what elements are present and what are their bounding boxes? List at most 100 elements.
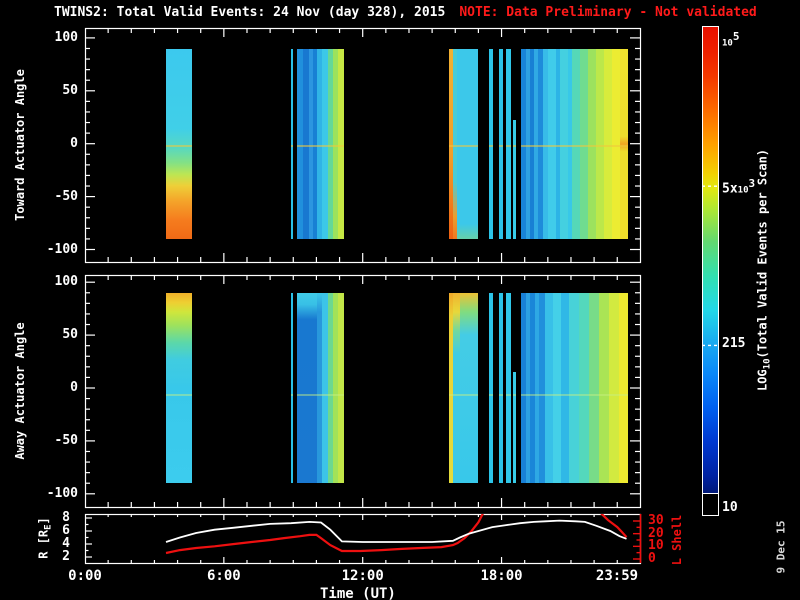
heatmap-strip [608, 292, 619, 484]
angle-zero-highlight [545, 394, 554, 397]
colorbar-tick-label: 5x103 [722, 177, 756, 197]
plot-canvas: TWINS2: Total Valid Events: 24 Nov (day … [0, 0, 800, 600]
axis-tick-label: 100 [54, 274, 78, 290]
heatmap-strip [290, 292, 294, 484]
heatmap-strip [618, 292, 629, 484]
x-axis-tick-label: 6:00 [206, 568, 241, 584]
angle-zero-highlight [598, 394, 609, 397]
colorbar-tick-label: 215 [722, 336, 746, 352]
heatmap-strip [569, 292, 580, 484]
angle-zero-highlight [452, 394, 460, 397]
heatmap-strip [337, 292, 344, 484]
angle-zero-highlight [489, 394, 493, 397]
orbit-line-panel [85, 514, 640, 563]
heatmap-strip [165, 292, 192, 484]
heatmap-strip [561, 292, 570, 484]
axis-tick-label: -100 [46, 241, 78, 257]
axis-tick-label: -50 [54, 432, 78, 448]
axis-tick-label: -100 [46, 485, 78, 501]
x-axis-tick-label: 18:00 [480, 568, 523, 584]
angle-zero-highlight [498, 394, 503, 397]
angle-zero-highlight [595, 144, 605, 147]
angle-zero-highlight [579, 144, 589, 147]
heatmap-strip [498, 48, 503, 239]
angle-zero-highlight [459, 394, 478, 397]
angle-zero-highlight [618, 394, 629, 397]
plot-title-main: TWINS2: Total Valid Events: 24 Nov (day … [54, 5, 446, 20]
date-stamp: 9 Dec 15 [774, 520, 788, 574]
heatmap-strip [457, 48, 478, 239]
heatmap-strip [560, 48, 568, 239]
axis-tick-label: 0 [70, 380, 78, 395]
axis-tick-label: 0 [70, 135, 78, 151]
angle-zero-highlight [561, 394, 570, 397]
colorbar-bottom-box [703, 493, 718, 515]
heatmap-strip [498, 292, 503, 484]
colorbar-tick-label: 10 [722, 499, 738, 515]
angle-zero-highlight [579, 394, 589, 397]
angle-zero-highlight [498, 144, 503, 147]
x-axis-tick-label: 23:59 [595, 568, 639, 584]
heatmap-strip [548, 48, 557, 239]
colorbar [702, 26, 719, 516]
angle-zero-highlight [457, 144, 478, 147]
angle-zero-highlight [505, 144, 512, 147]
heatmap-strip [489, 292, 493, 484]
heatmap-strip [572, 48, 580, 239]
x-axis-title: Time (UT) [320, 586, 396, 600]
axis-tick-label: -50 [54, 188, 78, 204]
colorbar-gradient [703, 27, 718, 515]
axis-tick-label: 50 [62, 327, 78, 343]
heatmap-strip [620, 48, 629, 239]
angle-zero-highlight [569, 394, 580, 397]
angle-zero-highlight [620, 144, 629, 147]
axis-tick-label: 2 [62, 549, 70, 564]
angle-zero-highlight [290, 394, 294, 397]
plot-title-note: NOTE: Data Preliminary - Not validated [459, 5, 757, 20]
angle-zero-highlight [604, 144, 612, 147]
heatmap-panel-toward [85, 28, 640, 262]
away-panel-ylabel: Away Actuator Angle [13, 322, 27, 460]
heatmap-strip [290, 48, 294, 239]
heatmap-panel-away [85, 275, 640, 507]
angle-zero-highlight [337, 144, 344, 147]
angle-zero-highlight [513, 144, 517, 147]
heatmap-strip [513, 120, 517, 239]
heatmap-strip [459, 292, 478, 484]
heatmap-strip [513, 372, 517, 484]
axis-tick-label: 50 [62, 82, 78, 98]
angle-zero-highlight [296, 394, 318, 397]
angle-zero-highlight [337, 394, 344, 397]
angle-zero-highlight [572, 144, 580, 147]
heatmap-strip [165, 48, 192, 239]
angle-zero-highlight [611, 144, 621, 147]
axis-tick-label: 100 [54, 29, 78, 45]
heatmap-strip [611, 48, 621, 239]
heatmap-strip [588, 48, 596, 239]
axis-tick-label: 0 [648, 551, 656, 566]
heatmap-strip [489, 48, 493, 239]
angle-zero-highlight [560, 144, 568, 147]
plot-title: TWINS2: Total Valid Events: 24 Nov (day … [54, 5, 757, 20]
heatmap-strip [337, 48, 344, 239]
colorbar-tick-label: 105 [722, 29, 740, 49]
angle-zero-highlight [165, 144, 192, 147]
angle-zero-highlight [608, 394, 619, 397]
angle-zero-highlight [165, 394, 192, 397]
heatmap-strip [589, 292, 599, 484]
colorbar-axis-label: LOG10(Total Valid Events per Scan) [755, 148, 773, 392]
heatmap-strip [553, 292, 561, 484]
angle-zero-highlight [553, 394, 561, 397]
heatmap-strip [296, 292, 318, 484]
heatmap-strip [545, 292, 554, 484]
heatmap-strip [452, 292, 460, 484]
heatmap-strip [579, 48, 589, 239]
angle-zero-highlight [513, 394, 517, 397]
heatmap-strip [604, 48, 612, 239]
angle-zero-highlight [589, 394, 599, 397]
x-axis-tick-label: 12:00 [341, 568, 384, 584]
angle-zero-highlight [548, 144, 557, 147]
heatmap-strip [595, 48, 605, 239]
angle-zero-highlight [588, 144, 596, 147]
heatmap-strip [579, 292, 589, 484]
